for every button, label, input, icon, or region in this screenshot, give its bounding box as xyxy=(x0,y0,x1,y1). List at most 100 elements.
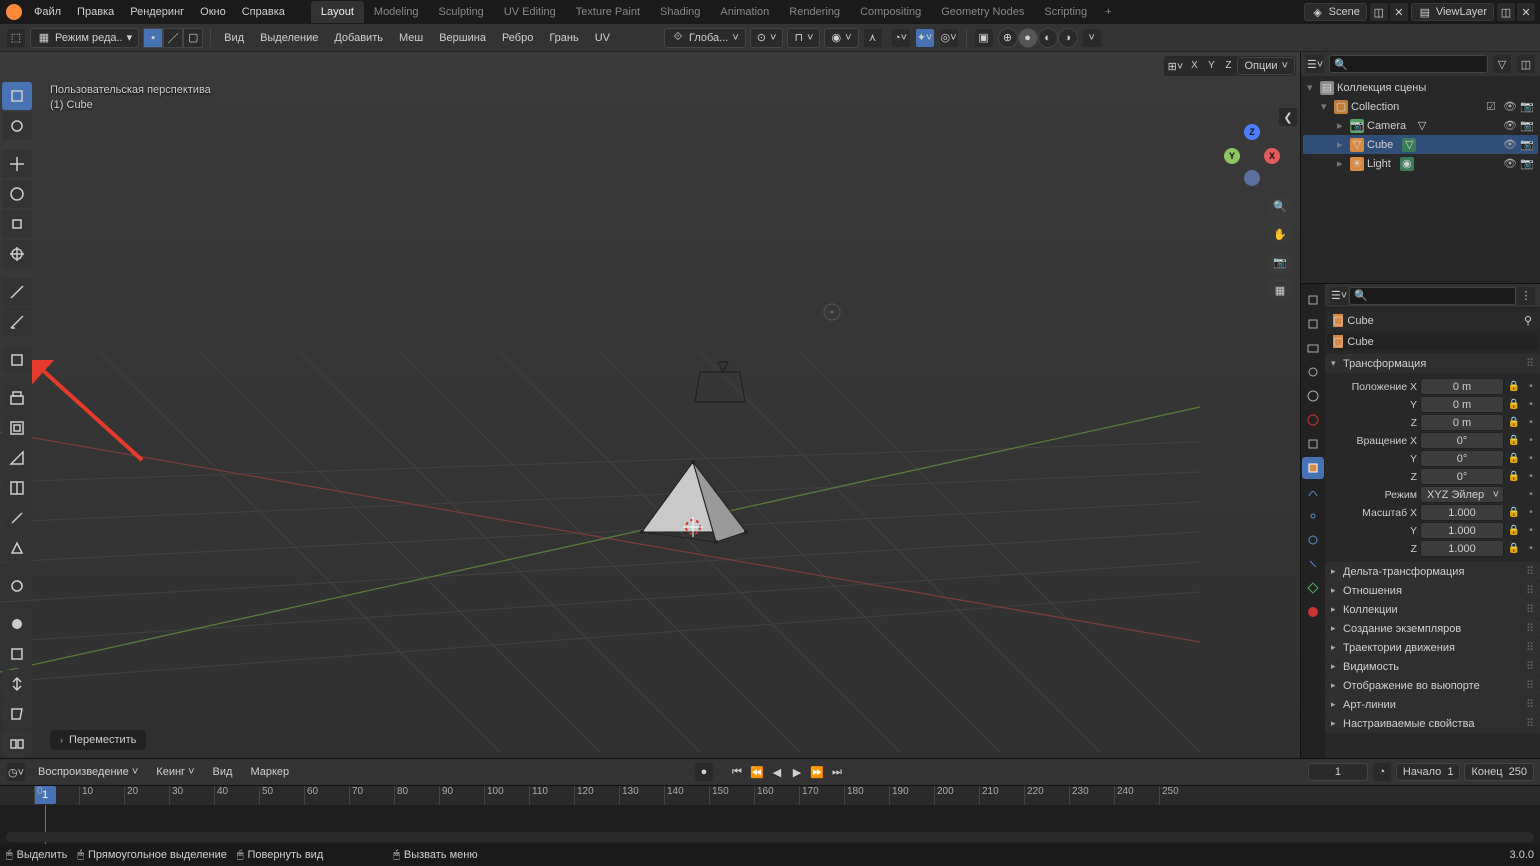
header-menu-uv[interactable]: UV xyxy=(589,32,616,44)
transform-tool[interactable] xyxy=(2,240,32,268)
relations-panel[interactable]: ▸Отношения⠿ xyxy=(1325,581,1540,600)
workspace-tab-animation[interactable]: Animation xyxy=(710,1,779,23)
keyframe-dot-icon[interactable]: • xyxy=(1524,398,1538,412)
location-x-field[interactable]: 0 m xyxy=(1420,378,1504,395)
rotation-mode-select[interactable]: XYZ Эйлер˅ xyxy=(1420,486,1504,503)
lock-icon[interactable]: 🔒 xyxy=(1507,524,1521,538)
xray-toggle-icon[interactable]: ▣ xyxy=(975,29,993,47)
lock-icon[interactable]: 🔒 xyxy=(1507,380,1521,394)
pan-icon[interactable]: ✋ xyxy=(1268,222,1292,246)
face-select-mode[interactable]: ▢ xyxy=(183,28,203,48)
custom-props-panel[interactable]: ▸Настраиваемые свойства⠿ xyxy=(1325,714,1540,733)
start-frame-field[interactable]: Начало 1 xyxy=(1396,763,1461,781)
delta-transform-panel[interactable]: ▸Дельта-трансформация⠿ xyxy=(1325,562,1540,581)
axis-y-icon[interactable]: Y xyxy=(1224,148,1240,164)
viewlayer-selector[interactable]: ▤ ViewLayer xyxy=(1411,3,1494,21)
tool-props-tab[interactable] xyxy=(1302,289,1324,311)
camera-view-icon[interactable]: 📷 xyxy=(1268,250,1292,274)
scale-x-field[interactable]: 1.000 xyxy=(1420,504,1504,521)
lock-icon[interactable]: 🔒 xyxy=(1507,398,1521,412)
pivot-point[interactable]: ⊙˅ xyxy=(750,28,784,48)
physics-props-tab[interactable] xyxy=(1302,529,1324,551)
workspace-tab-texturepaint[interactable]: Texture Paint xyxy=(566,1,650,23)
perspective-toggle-icon[interactable]: ▦ xyxy=(1268,278,1292,302)
keyframe-dot-icon[interactable]: • xyxy=(1524,542,1538,556)
pin-icon[interactable]: ⚲ xyxy=(1524,314,1532,327)
scene-new-icon[interactable]: ◫ xyxy=(1370,3,1388,21)
add-cube-tool[interactable] xyxy=(2,346,32,374)
outliner-cube[interactable]: ▸▽ Cube ▽ 👁📷 xyxy=(1303,135,1538,154)
location-y-field[interactable]: 0 m xyxy=(1420,396,1504,413)
workspace-tab-compositing[interactable]: Compositing xyxy=(850,1,931,23)
jump-next-key-icon[interactable]: ⏩ xyxy=(808,763,826,781)
keyframe-dot-icon[interactable]: • xyxy=(1524,488,1538,502)
header-options-button[interactable]: Опции ˅ xyxy=(1237,57,1295,75)
timeline-marker-menu[interactable]: Маркер xyxy=(244,766,295,778)
lock-icon[interactable]: 🔒 xyxy=(1507,434,1521,448)
gizmo-toggle-icon[interactable]: ✦˅ xyxy=(916,29,934,47)
keyframe-dot-icon[interactable]: • xyxy=(1524,434,1538,448)
workspace-tab-modeling[interactable]: Modeling xyxy=(364,1,429,23)
jump-prev-key-icon[interactable]: ⏪ xyxy=(748,763,766,781)
shear-tool[interactable] xyxy=(2,700,32,728)
data-props-tab[interactable] xyxy=(1302,577,1324,599)
bevel-tool[interactable] xyxy=(2,444,32,472)
props-object-name-field[interactable]: ▢ Cube xyxy=(1327,333,1538,350)
wireframe-shading[interactable]: ⊕ xyxy=(998,28,1018,48)
props-editor-type-icon[interactable]: ☰˅ xyxy=(1330,287,1348,305)
axis-neg-z-icon[interactable] xyxy=(1244,170,1260,186)
edge-slide-tool[interactable] xyxy=(2,640,32,668)
outliner-scene-collection[interactable]: ▾▤ Коллекция сцены xyxy=(1303,78,1538,97)
world-props-tab[interactable] xyxy=(1302,409,1324,431)
header-menu-edge[interactable]: Ребро xyxy=(496,32,539,44)
keyframe-dot-icon[interactable]: • xyxy=(1524,416,1538,430)
lock-icon[interactable]: 🔒 xyxy=(1507,506,1521,520)
viewlayer-props-tab[interactable] xyxy=(1302,361,1324,383)
scale-y-field[interactable]: 1.000 xyxy=(1420,522,1504,539)
constraint-props-tab[interactable] xyxy=(1302,553,1324,575)
header-menu-select[interactable]: Выделение xyxy=(254,32,324,44)
mirror-y-button[interactable]: Y xyxy=(1203,57,1219,73)
new-collection-icon[interactable]: ◫ xyxy=(1517,55,1535,73)
workspace-tab-sculpting[interactable]: Sculpting xyxy=(429,1,494,23)
zoom-icon[interactable]: 🔍 xyxy=(1268,194,1292,218)
instancing-panel[interactable]: ▸Создание экземпляров⠿ xyxy=(1325,619,1540,638)
particle-props-tab[interactable] xyxy=(1302,505,1324,527)
navigation-gizmo[interactable]: Z X Y xyxy=(1222,126,1282,186)
scale-tool[interactable] xyxy=(2,210,32,238)
header-menu-mesh[interactable]: Меш xyxy=(393,32,429,44)
sidebar-toggle-icon[interactable]: ❮ xyxy=(1279,108,1297,126)
mirror-x-button[interactable]: X xyxy=(1186,57,1202,73)
jump-end-icon[interactable]: ⏭ xyxy=(828,763,846,781)
knife-tool[interactable] xyxy=(2,504,32,532)
measure-tool[interactable] xyxy=(2,308,32,336)
3d-viewport[interactable]: Пользовательская перспектива (1) Cube ⊞˅… xyxy=(0,52,1300,758)
options-icon[interactable]: ⋮ xyxy=(1517,287,1535,305)
material-props-tab[interactable] xyxy=(1302,601,1324,623)
autokey-icon[interactable]: ● xyxy=(695,763,713,781)
menu-render[interactable]: Рендеринг xyxy=(122,2,192,22)
vertex-select-mode[interactable]: ▪ xyxy=(143,28,163,48)
loop-cut-tool[interactable] xyxy=(2,474,32,502)
use-preview-range-icon[interactable]: ◔ xyxy=(1373,763,1391,781)
lock-icon[interactable]: 🔒 xyxy=(1507,542,1521,556)
keyframe-dot-icon[interactable]: • xyxy=(1524,506,1538,520)
modifier-props-tab[interactable] xyxy=(1302,481,1324,503)
keyframe-dot-icon[interactable]: • xyxy=(1524,470,1538,484)
viewlayer-delete-icon[interactable]: ✕ xyxy=(1517,3,1535,21)
motion-paths-panel[interactable]: ▸Траектории движения⠿ xyxy=(1325,638,1540,657)
proportional-edit[interactable]: ◉˅ xyxy=(824,28,858,48)
poly-build-tool[interactable] xyxy=(2,534,32,562)
scene-delete-icon[interactable]: ✕ xyxy=(1390,3,1408,21)
outliner-light[interactable]: ▸☀ Light ◉ 👁📷 xyxy=(1303,154,1538,173)
output-props-tab[interactable] xyxy=(1302,337,1324,359)
end-frame-field[interactable]: Конец 250 xyxy=(1464,763,1534,781)
keyframe-dot-icon[interactable]: • xyxy=(1524,452,1538,466)
lineart-panel[interactable]: ▸Арт-линии⠿ xyxy=(1325,695,1540,714)
mesh-visibility-icon[interactable]: ◔˅ xyxy=(892,29,910,47)
mesh-edit-mode-options-icon[interactable]: ⊞˅ xyxy=(1166,57,1184,75)
outliner-collection[interactable]: ▾▢ Collection ☑👁📷 xyxy=(1303,97,1538,116)
axis-x-icon[interactable]: X xyxy=(1264,148,1280,164)
lock-icon[interactable]: 🔒 xyxy=(1507,416,1521,430)
timeline-ruler[interactable]: 1 01020304050607080901001101201301401501… xyxy=(0,785,1540,805)
